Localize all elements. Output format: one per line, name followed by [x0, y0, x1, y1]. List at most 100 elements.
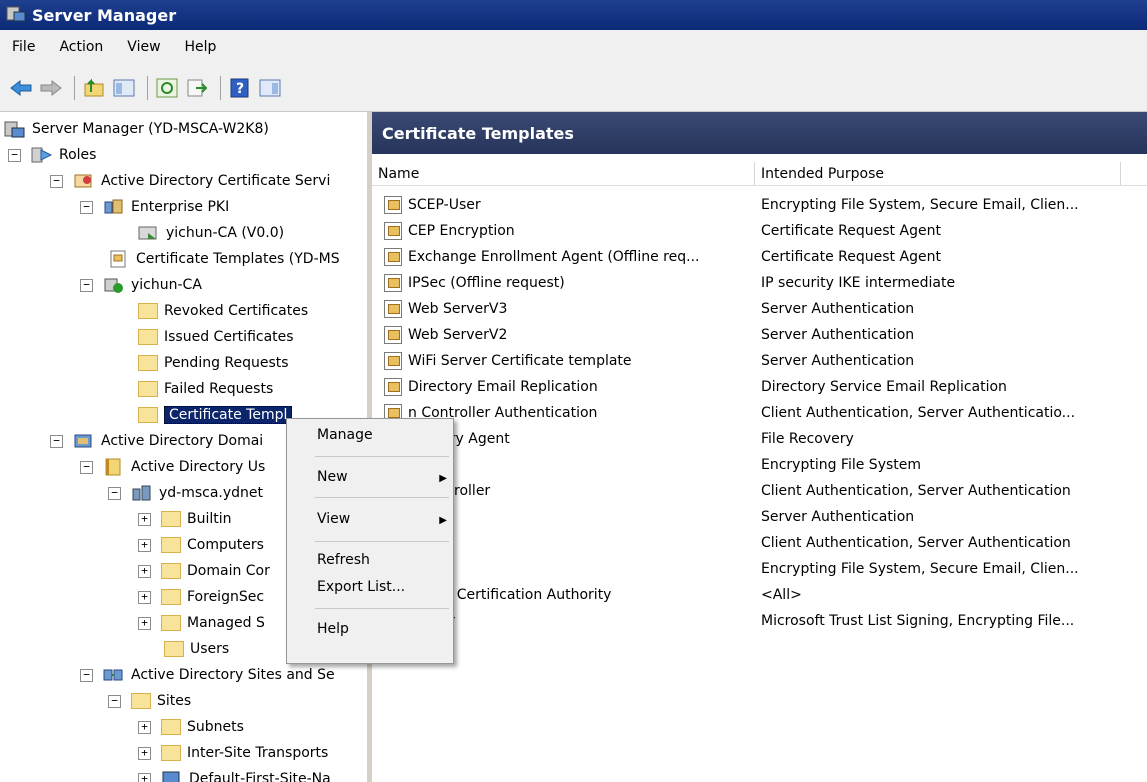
- list-item[interactable]: Web ServerV2 Server Authentication: [372, 322, 1147, 348]
- tree-node-yichun-ca[interactable]: − yichun-CA: [80, 272, 202, 298]
- list-item[interactable]: SCEP-User Encrypting File System, Secure …: [372, 192, 1147, 218]
- tree-node-revoked[interactable]: Revoked Certificates: [138, 298, 308, 324]
- forward-icon[interactable]: [38, 75, 64, 101]
- tree-node-issued[interactable]: Issued Certificates: [138, 324, 294, 350]
- collapse-icon[interactable]: −: [50, 174, 63, 188]
- folder-icon: [161, 615, 181, 631]
- menu-item-manage[interactable]: Manage: [317, 427, 373, 443]
- list-item[interactable]: WiFi Server Certificate template Server A…: [372, 348, 1147, 374]
- menu-view[interactable]: View: [115, 39, 172, 55]
- expand-icon[interactable]: +: [138, 564, 151, 578]
- template-purpose: Client Authentication, Server Authentica…: [761, 405, 1076, 421]
- collapse-icon[interactable]: −: [80, 668, 93, 682]
- tree-node-default-site[interactable]: + Default-First-Site-Na: [138, 766, 331, 782]
- expand-icon[interactable]: +: [138, 720, 151, 734]
- back-icon[interactable]: [8, 75, 34, 101]
- folder-icon: [161, 563, 181, 579]
- tree-node-managed-service[interactable]: + Managed S: [138, 610, 265, 636]
- tree-node-domain[interactable]: − yd-msca.ydnet: [108, 480, 263, 506]
- menu-item-help[interactable]: Help: [317, 621, 349, 637]
- collapse-icon[interactable]: −: [108, 694, 121, 708]
- menu-action[interactable]: Action: [47, 39, 115, 55]
- tree-node-yichun-ca-v0[interactable]: yichun-CA (V0.0): [138, 220, 284, 246]
- template-name: CEP Encryption: [408, 223, 515, 239]
- column-name[interactable]: Name: [372, 162, 755, 185]
- folder-icon: [138, 381, 158, 397]
- export-icon[interactable]: [184, 75, 210, 101]
- tree-node-server-manager[interactable]: Server Manager (YD-MSCA-W2K8): [4, 116, 269, 142]
- tree-label: Certificate Templ: [164, 406, 293, 424]
- collapse-icon[interactable]: −: [80, 200, 93, 214]
- tree-node-certificate-templates-selected[interactable]: Certificate Templ: [138, 402, 293, 428]
- tree-node-computers[interactable]: + Computers: [138, 532, 264, 558]
- tree-node-aduc[interactable]: − Active Directory Us: [80, 454, 265, 480]
- list-item[interactable]: IPSec (Offline request) IP security IKE i…: [372, 270, 1147, 296]
- tree-node-certificate-templates[interactable]: Certificate Templates (YD-MS: [108, 246, 340, 272]
- list-item[interactable]: Directory Email Replication Directory Ser…: [372, 374, 1147, 400]
- expand-icon[interactable]: +: [138, 746, 151, 760]
- collapse-icon[interactable]: −: [80, 460, 93, 474]
- tree-node-enterprise-pki[interactable]: − Enterprise PKI: [80, 194, 229, 220]
- toolbar-separator: [147, 75, 148, 100]
- list-item[interactable]: n ControllerClient Authentication, Serve…: [372, 478, 1147, 504]
- menu-separator: [315, 608, 449, 609]
- collapse-icon[interactable]: −: [80, 278, 93, 292]
- tree-node-failed[interactable]: Failed Requests: [138, 376, 273, 402]
- menu-item-new[interactable]: New ▶: [317, 469, 447, 485]
- folder-icon: [164, 641, 184, 657]
- tree-node-domain-controllers[interactable]: + Domain Cor: [138, 558, 270, 584]
- menu-item-refresh[interactable]: Refresh: [317, 552, 370, 568]
- list-item[interactable]: CEP Encryption Certificate Request Agent: [372, 218, 1147, 244]
- help-icon[interactable]: ?: [227, 75, 253, 101]
- list-item[interactable]: Encrypting File System, Secure Email, Cl…: [372, 556, 1147, 582]
- tree-label: yd-msca.ydnet: [159, 485, 264, 501]
- tree-node-ad-sites[interactable]: − Active Directory Sites and Se: [80, 662, 335, 688]
- menu-help[interactable]: Help: [173, 39, 229, 55]
- tree-node-adds[interactable]: − Active Directory Domai: [50, 428, 263, 454]
- tree-node-foreign-security[interactable]: + ForeignSec: [138, 584, 264, 610]
- show-hide-tree-icon[interactable]: [111, 75, 137, 101]
- tree-node-users[interactable]: Users: [164, 636, 229, 662]
- show-hide-action-pane-icon[interactable]: [257, 75, 283, 101]
- tree-label: yichun-CA: [131, 277, 202, 293]
- up-icon[interactable]: [81, 75, 107, 101]
- column-extra[interactable]: [1121, 162, 1147, 185]
- expand-icon[interactable]: +: [138, 512, 151, 526]
- tree-node-pending[interactable]: Pending Requests: [138, 350, 289, 376]
- menu-item-export-list[interactable]: Export List...: [317, 579, 405, 595]
- menu-item-view[interactable]: View ▶: [317, 511, 447, 527]
- menu-item-label: View: [317, 511, 351, 527]
- tree-node-builtin[interactable]: + Builtin: [138, 506, 232, 532]
- list-item[interactable]: stratorMicrosoft Trust List Signing, Enc…: [372, 608, 1147, 634]
- tree-label: Enterprise PKI: [131, 199, 230, 215]
- column-intended-purpose[interactable]: Intended Purpose: [755, 162, 1121, 185]
- tree-node-adcs[interactable]: − Active Directory Certificate Servi: [50, 168, 330, 194]
- list-item[interactable]: Web ServerV3 Server Authentication: [372, 296, 1147, 322]
- menu-file[interactable]: File: [0, 39, 47, 55]
- list-item[interactable]: ecovery Agent File Recovery: [372, 426, 1147, 452]
- collapse-icon[interactable]: −: [8, 148, 21, 162]
- expand-icon[interactable]: +: [138, 538, 151, 552]
- list-item[interactable]: terClient Authentication, Server Authent…: [372, 530, 1147, 556]
- list-item[interactable]: FSEncrypting File System: [372, 452, 1147, 478]
- template-purpose: Server Authentication: [761, 301, 915, 317]
- expand-icon[interactable]: +: [138, 590, 151, 604]
- list-item[interactable]: dinate Certification Authority <All>: [372, 582, 1147, 608]
- collapse-icon[interactable]: −: [108, 486, 121, 500]
- tree-label: Active Directory Sites and Se: [131, 667, 335, 683]
- expand-icon[interactable]: +: [138, 616, 151, 630]
- expand-icon[interactable]: +: [138, 772, 151, 782]
- collapse-icon[interactable]: −: [50, 434, 63, 448]
- tree-node-subnets[interactable]: + Subnets: [138, 714, 244, 740]
- tree-node-inter-site[interactable]: + Inter-Site Transports: [138, 740, 328, 766]
- list-item[interactable]: Exchange Enrollment Agent (Offline req..…: [372, 244, 1147, 270]
- list-item[interactable]: n Controller Authentication Client Authen…: [372, 400, 1147, 426]
- cell-name: SCEP-User: [372, 196, 755, 214]
- tree-node-sites[interactable]: − Sites: [108, 688, 191, 714]
- tree-label: Active Directory Us: [131, 459, 266, 475]
- tree-node-roles[interactable]: − Roles: [8, 142, 96, 168]
- tree-label: Sites: [157, 693, 192, 709]
- list-item[interactable]: erverServer Authentication: [372, 504, 1147, 530]
- refresh-icon[interactable]: [154, 75, 180, 101]
- template-purpose: Certificate Request Agent: [761, 223, 941, 239]
